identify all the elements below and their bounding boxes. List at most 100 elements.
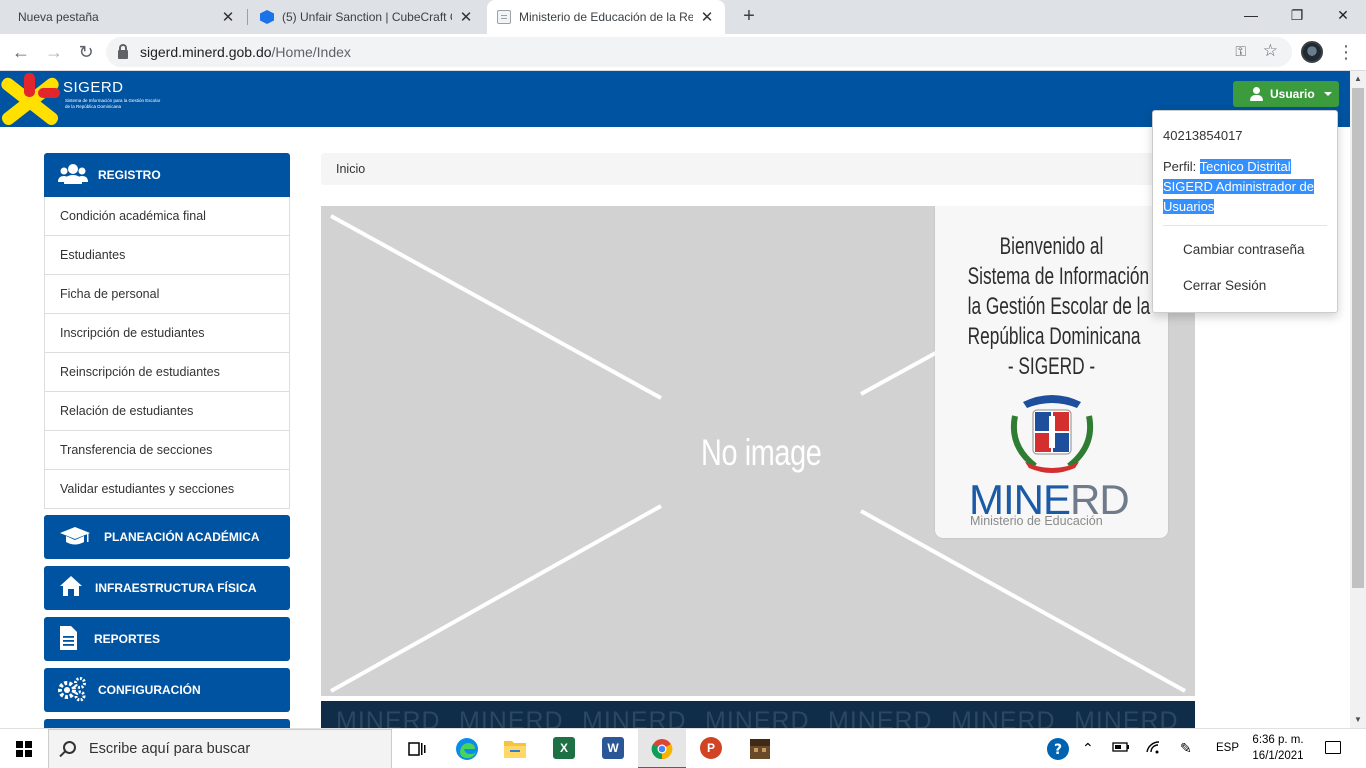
taskbar-search-input[interactable]: Escribe aquí para buscar xyxy=(48,729,392,768)
tab-separator xyxy=(247,9,248,25)
minerd-tagline: Ministerio de Educación xyxy=(970,514,1103,528)
sidebar-item-validar[interactable]: Validar estudiantes y secciones xyxy=(45,469,289,508)
user-icon xyxy=(1249,87,1264,101)
tab-title: Nueva pestaña xyxy=(18,10,99,24)
gears-icon xyxy=(58,677,86,702)
bookmark-star-icon[interactable]: ☆ xyxy=(1263,41,1278,61)
battery-icon[interactable] xyxy=(1112,740,1130,756)
watermark-text: MINERD xyxy=(336,707,441,728)
search-icon xyxy=(63,741,76,754)
logo-title: SIGERD xyxy=(63,79,124,96)
sidebar-item-estudiantes[interactable]: Estudiantes xyxy=(45,235,289,274)
back-button[interactable]: ← xyxy=(7,38,35,66)
sigerd-cross-logo-icon[interactable] xyxy=(0,71,60,127)
sidebar-section-label: PLANEACIÓN ACADÉMICA xyxy=(104,530,260,544)
scrollbar-thumb[interactable] xyxy=(1352,88,1364,588)
sidebar-item-relacion[interactable]: Relación de estudiantes xyxy=(45,391,289,430)
tab-close-icon[interactable]: ✕ xyxy=(699,8,715,26)
help-icon[interactable]: ? xyxy=(1046,737,1070,764)
no-image-text: No image xyxy=(701,432,822,473)
home-icon xyxy=(60,576,82,596)
browser-menu-icon[interactable]: ⋮ xyxy=(1336,40,1356,64)
sidebar-section-label: REGISTRO xyxy=(98,168,161,182)
taskbar-file-explorer[interactable] xyxy=(491,729,539,768)
watermark-text: MINERD xyxy=(582,707,687,728)
scroll-down-arrow-icon[interactable]: ▼ xyxy=(1350,712,1366,728)
tab-nueva-pestana[interactable]: Nueva pestaña ✕ xyxy=(8,0,246,34)
change-password-link[interactable]: Cambiar contraseña xyxy=(1183,242,1305,257)
sidebar: REGISTRO Condición académica final Estud… xyxy=(44,153,290,728)
logo-subtitle: Sistema de Información para la Gestión E… xyxy=(65,98,161,109)
url-path: /Home/Index xyxy=(271,44,351,60)
sidebar-section-partial[interactable] xyxy=(44,719,290,728)
taskbar-excel[interactable]: X xyxy=(540,729,588,768)
forward-button[interactable]: → xyxy=(40,38,68,66)
welcome-card: Bienvenido al Sistema de Información par… xyxy=(935,206,1189,538)
svg-text:?: ? xyxy=(1054,742,1062,758)
page-scrollbar[interactable]: ▲ ▼ xyxy=(1350,71,1366,728)
taskbar-word[interactable]: W xyxy=(589,729,637,768)
watermark-text: MINERD xyxy=(1074,707,1179,728)
tab-close-icon[interactable]: ✕ xyxy=(458,8,474,26)
tab-title: (5) Unfair Sanction | CubeCraft Gam xyxy=(282,10,452,24)
coat-of-arms-icon xyxy=(1011,395,1093,473)
watermark-text: MINERD xyxy=(828,707,933,728)
sidebar-section-registro[interactable]: REGISTRO xyxy=(44,153,290,197)
chevron-up-icon[interactable]: ⌃ xyxy=(1082,740,1094,757)
sidebar-item-ficha-personal[interactable]: Ficha de personal xyxy=(45,274,289,313)
sidebar-section-label: CONFIGURACIÓN xyxy=(98,683,201,697)
start-button[interactable] xyxy=(0,729,48,768)
wifi-icon[interactable] xyxy=(1145,740,1163,757)
edge-icon xyxy=(456,738,478,760)
sidebar-item-inscripcion[interactable]: Inscripción de estudiantes xyxy=(45,313,289,352)
taskbar-powerpoint[interactable]: P xyxy=(687,729,735,768)
file-icon xyxy=(60,626,77,650)
taskbar-chrome[interactable] xyxy=(638,729,686,768)
tab-cubecraft[interactable]: (5) Unfair Sanction | CubeCraft Gam ✕ xyxy=(250,0,484,34)
key-icon[interactable]: ⚿ xyxy=(1235,43,1246,60)
user-menu-button[interactable]: Usuario xyxy=(1233,81,1339,107)
sidebar-item-condicion-academica[interactable]: Condición académica final xyxy=(45,197,289,235)
sidebar-section-reportes[interactable]: REPORTES xyxy=(44,617,290,661)
clock-date: 16/1/2021 xyxy=(1252,750,1304,762)
notification-icon[interactable] xyxy=(1325,741,1341,754)
restore-button[interactable]: ❐ xyxy=(1274,0,1320,30)
windows-taskbar: Escribe aquí para buscar X W P ? ⌃ ✎ ESP… xyxy=(0,728,1366,768)
taskbar-edge[interactable] xyxy=(443,729,491,768)
tab-close-icon[interactable]: ✕ xyxy=(220,8,236,26)
sidebar-section-configuracion[interactable]: CONFIGURACIÓN xyxy=(44,668,290,712)
sidebar-section-planeacion[interactable]: PLANEACIÓN ACADÉMICA xyxy=(44,515,290,559)
app-header: SIGERD Sistema de Información para la Ge… xyxy=(0,71,1350,127)
windows-logo-icon xyxy=(16,741,32,757)
sidebar-item-reinscripcion[interactable]: Reinscripción de estudiantes xyxy=(45,352,289,391)
close-window-button[interactable]: ✕ xyxy=(1320,0,1366,30)
tab-ministerio[interactable]: Ministerio de Educación de la Repú ✕ xyxy=(487,0,725,34)
scroll-up-arrow-icon[interactable]: ▲ xyxy=(1350,71,1366,87)
user-dropdown-menu: 40213854017 Perfil: Tecnico Distrital SI… xyxy=(1152,110,1338,313)
file-explorer-icon xyxy=(504,741,526,758)
profile-avatar[interactable] xyxy=(1301,41,1323,63)
caret-down-icon xyxy=(1323,92,1332,96)
sidebar-section-infraestructura[interactable]: INFRAESTRUCTURA FÍSICA xyxy=(44,566,290,610)
watermark-text: MINERD xyxy=(951,707,1056,728)
welcome-line: - SIGERD - xyxy=(1007,353,1096,380)
reload-button[interactable]: ↻ xyxy=(72,38,100,66)
browser-tab-strip: Nueva pestaña ✕ (5) Unfair Sanction | Cu… xyxy=(0,0,1366,34)
taskbar-minecraft[interactable] xyxy=(736,729,784,768)
user-profile: Perfil: Tecnico Distrital SIGERD Adminis… xyxy=(1163,157,1335,217)
taskbar-clock[interactable]: 6:36 p. m. 16/1/2021 xyxy=(1248,732,1308,764)
clock-time: 6:36 p. m. xyxy=(1252,734,1304,746)
new-tab-button[interactable]: + xyxy=(737,5,761,29)
logout-link[interactable]: Cerrar Sesión xyxy=(1183,278,1266,293)
task-view-button[interactable] xyxy=(393,729,441,768)
welcome-line: Sistema de Información para xyxy=(967,263,1189,290)
sidebar-item-transferencia[interactable]: Transferencia de secciones xyxy=(45,430,289,469)
language-indicator[interactable]: ESP xyxy=(1216,742,1239,754)
pen-icon[interactable]: ✎ xyxy=(1180,740,1192,757)
minimize-button[interactable]: — xyxy=(1228,0,1274,30)
address-bar[interactable]: sigerd.minerd.gob.do/Home/Index ⚿ ☆ xyxy=(106,37,1292,67)
welcome-line: la Gestión Escolar de la xyxy=(967,293,1151,320)
breadcrumb-item-inicio[interactable]: Inicio xyxy=(336,162,365,176)
excel-icon: X xyxy=(553,737,575,759)
lock-icon[interactable] xyxy=(118,43,128,59)
